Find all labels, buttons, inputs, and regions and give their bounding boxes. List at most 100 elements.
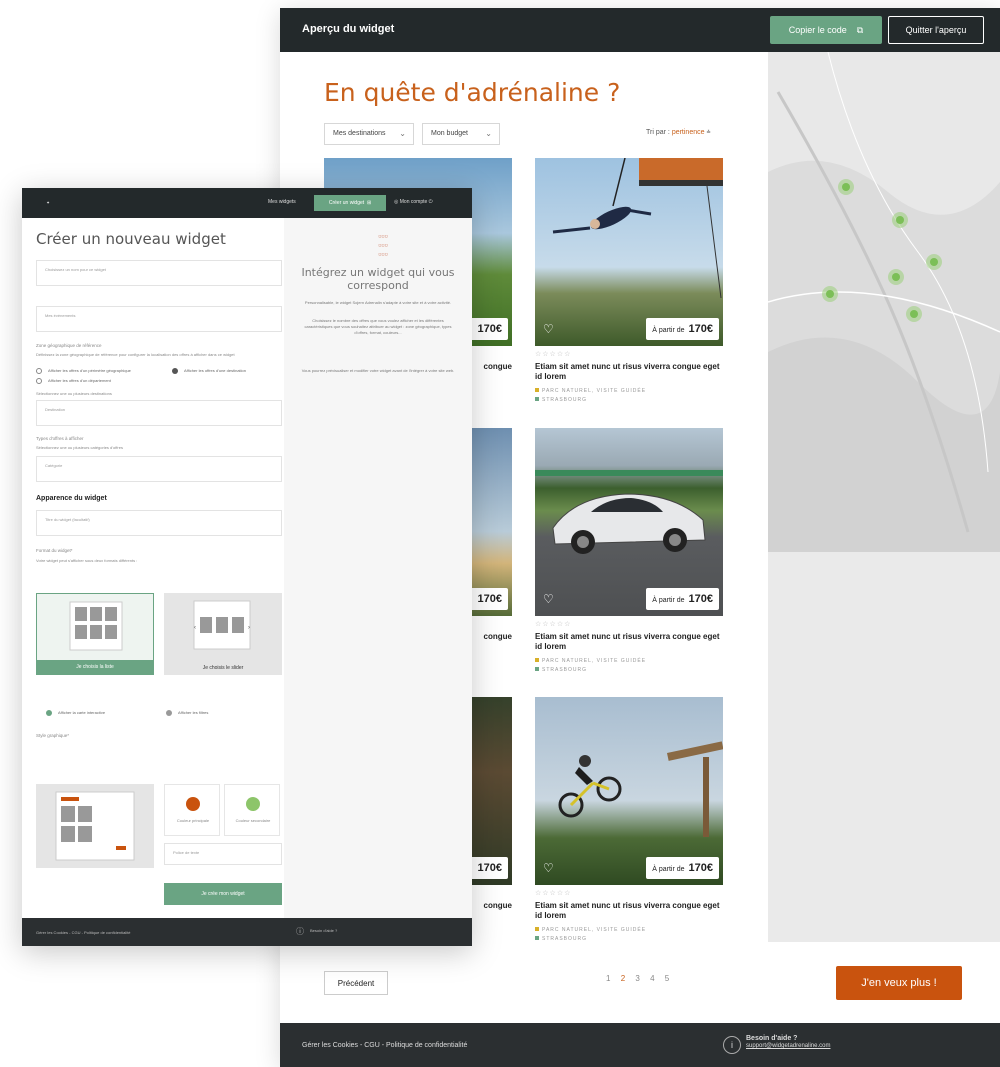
editor-sidebar: ▫▫▫ ▫▫▫ ▫▫▫ Intégrez un widget qui vous co… <box>284 218 472 918</box>
page-link[interactable]: 5 <box>665 974 669 983</box>
budget-select[interactable]: Mon budget ⌄ <box>422 123 500 145</box>
help-email-link[interactable]: support@widgetadrenaline.com <box>746 1043 830 1049</box>
zone-section-label: Zone géographique de référence <box>36 343 102 348</box>
previous-button[interactable]: Précédent <box>324 971 388 995</box>
budget-select-value: Mon budget <box>431 130 468 137</box>
radio-department[interactable]: Afficher les offres d'un département <box>36 378 111 384</box>
pagination: 1 2 3 4 5 <box>602 974 673 983</box>
format-list-option[interactable]: Je choisis la liste <box>36 593 154 675</box>
create-widget-submit[interactable]: Je crée mon widget <box>164 883 282 905</box>
card-title: Etiam sit amet nunc ut risus viverra con… <box>535 362 720 381</box>
appearance-section-label: Apparence du widget <box>36 495 107 502</box>
map-terrain <box>768 52 1000 552</box>
format-section-label: Format du widget* <box>36 548 73 553</box>
create-widget-button[interactable]: Créer un widget ⊞ <box>314 195 386 211</box>
format-hint: Votre widget peut s'afficher sous deux f… <box>36 558 138 563</box>
offers-map[interactable] <box>768 52 1000 552</box>
sidebar-text: Choisissez le nombre des offres que vous… <box>304 318 452 335</box>
editor-topbar: ✦ Mes widgets Créer un widget ⊞ ◎ Mon co… <box>22 188 472 218</box>
heart-icon[interactable]: ♡ <box>543 592 554 606</box>
toggle-filters[interactable]: Afficher les filtres <box>166 710 208 716</box>
editor-title: Créer un nouveau widget <box>36 230 226 248</box>
page-link[interactable]: 3 <box>635 974 639 983</box>
zone-hint: Définissez la zone géographique de référ… <box>36 352 235 357</box>
footer-links[interactable]: Gérer les Cookies - CGU - Politique de c… <box>302 1042 467 1049</box>
sidebar-title: Intégrez un widget qui vous correspond <box>301 266 455 292</box>
widget-title-input[interactable]: Titre du widget (facultatif) <box>36 510 282 536</box>
category-select[interactable]: Catégorie <box>36 456 282 482</box>
user-icon: ◎ <box>394 199 399 205</box>
primary-color-label: Couleur principale <box>176 818 210 823</box>
account-link[interactable]: ◎ Mon compte ⏻ <box>394 199 433 205</box>
primary-color-picker[interactable]: Couleur principale <box>164 784 220 836</box>
logout-icon: ⏻ <box>428 199 433 205</box>
rating-stars: ☆☆☆☆☆ <box>535 890 572 897</box>
offer-card[interactable]: ♡ À partir de 170€ ☆☆☆☆☆ Etiam sit amet n… <box>535 697 723 949</box>
quit-preview-button[interactable]: Quitter l'aperçu <box>888 16 984 44</box>
heart-icon[interactable]: ♡ <box>543 861 554 875</box>
card-location: STRASBOURG <box>535 397 587 403</box>
rating-stars: ☆☆☆☆☆ <box>535 351 572 358</box>
page-link-active[interactable]: 2 <box>621 974 625 983</box>
style-preview <box>36 784 154 868</box>
page-title: En quête d'adrénaline ? <box>324 78 621 107</box>
my-widgets-link[interactable]: Mes widgets <box>268 199 296 205</box>
destination-label: Sélectionnez une ou plusieurs destinatio… <box>36 391 112 396</box>
price-value: 170€ <box>477 323 502 335</box>
destination-select[interactable]: Mes destinations ⌄ <box>324 123 414 145</box>
info-icon: i <box>723 1036 741 1054</box>
price-tag: À partir de 170€ <box>646 857 719 879</box>
radio-destination[interactable]: Afficher les offres d'une destination <box>172 368 246 374</box>
price-prefix: À partir de <box>652 866 685 873</box>
copy-icon: ⧉ <box>856 24 864 35</box>
price-value: 170€ <box>477 593 502 605</box>
toggle-map[interactable]: Afficher la carte interactive <box>46 710 105 716</box>
preview-title: Aperçu du widget <box>302 23 395 35</box>
format-list-label: Je choisis la liste <box>37 660 153 674</box>
destination-select[interactable]: Destination <box>36 400 282 426</box>
intro-hint-box: Choisissez un nom pour ce widget <box>36 260 282 286</box>
secondary-color-picker[interactable]: Couleur secondaire <box>224 784 280 836</box>
sort-icon: ⩮ <box>706 129 711 136</box>
price-tag: 170€ <box>467 318 508 340</box>
price-tag: À partir de 170€ <box>646 588 719 610</box>
price-tag: 170€ <box>467 857 508 879</box>
card-tag: PARC NATUREL, VISITE GUIDÉE <box>535 388 646 394</box>
price-value: 170€ <box>688 593 713 605</box>
offer-card[interactable]: ♡ À partir de 170€ ☆☆☆☆☆ Etiam sit amet n… <box>535 428 723 680</box>
preview-footer: Gérer les Cookies - CGU - Politique de c… <box>280 1023 1000 1067</box>
sidebar-text: Personnalisable, le widget Sojern Adrena… <box>304 300 452 305</box>
widget-name-input[interactable]: Mes évènements <box>36 306 282 332</box>
card-location: STRASBOURG <box>535 667 587 673</box>
copy-code-label: Copier le code <box>788 25 847 35</box>
editor-footer-links[interactable]: Gérer les Cookies - CGU - Politique de c… <box>36 930 131 935</box>
editor-footer: Gérer les Cookies - CGU - Politique de c… <box>22 918 472 946</box>
offer-card[interactable]: ♡ À partir de 170€ ☆☆☆☆☆ Etiam sit amet n… <box>535 158 723 410</box>
price-value: 170€ <box>477 862 502 874</box>
sidebar-text: Vous pourrez prévisualiser et modifier v… <box>301 368 455 373</box>
price-value: 170€ <box>688 862 713 874</box>
sort-control[interactable]: Tri par : pertinence ⩮ <box>646 129 711 137</box>
price-value: 170€ <box>688 323 713 335</box>
destination-select-value: Mes destinations <box>333 130 386 137</box>
card-tag: PARC NATUREL, VISITE GUIDÉE <box>535 658 646 664</box>
more-offers-button[interactable]: J'en veux plus ! <box>836 966 962 1000</box>
price-tag: À partir de 170€ <box>646 318 719 340</box>
page-link[interactable]: 4 <box>650 974 654 983</box>
secondary-color-swatch <box>246 797 260 811</box>
types-hint: Sélectionnez une ou plusieurs catégories… <box>36 445 123 450</box>
format-slider-option[interactable]: ‹ › Je choisis le slider <box>164 593 282 675</box>
help-title: Besoin d'aide ? <box>746 1035 798 1042</box>
font-select[interactable]: Police de texte <box>164 843 282 865</box>
heart-icon[interactable]: ♡ <box>543 322 554 336</box>
types-section-label: Types d'offres à afficher <box>36 436 84 441</box>
copy-code-button[interactable]: Copier le code ⧉ <box>770 16 882 44</box>
logo[interactable]: ✦ <box>36 194 60 212</box>
radio-perimeter[interactable]: Afficher les offres d'un périmètre géogr… <box>36 368 131 374</box>
page-link[interactable]: 1 <box>606 974 610 983</box>
chevron-down-icon: ⌄ <box>485 129 492 138</box>
card-title: Etiam sit amet nunc ut risus viverra con… <box>535 632 720 651</box>
map-empty-area <box>768 552 1000 942</box>
card-tag: PARC NATUREL, VISITE GUIDÉE <box>535 927 646 933</box>
graphic-section-label: Style graphique* <box>36 733 70 738</box>
